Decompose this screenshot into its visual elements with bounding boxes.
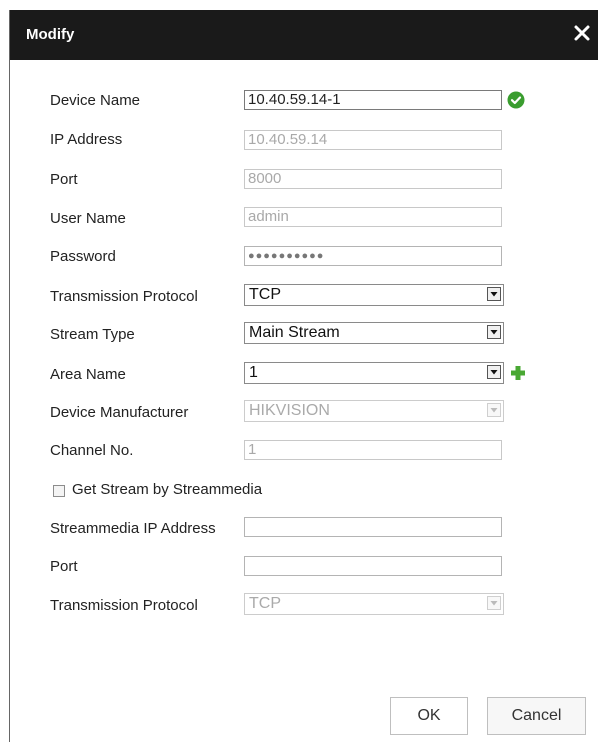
- streammedia-protocol-select[interactable]: TCP: [244, 593, 504, 615]
- streammedia-ip-input[interactable]: [244, 517, 502, 537]
- channel-no-label: Channel No.: [50, 442, 134, 459]
- streammedia-port-input[interactable]: [244, 556, 502, 576]
- check-circle-icon: [507, 91, 525, 114]
- stream-type-value: Main Stream: [249, 324, 340, 341]
- dropdown-arrow-icon[interactable]: [487, 365, 501, 379]
- device-name-label: Device Name: [50, 92, 141, 109]
- dialog-title: Modify: [26, 26, 75, 43]
- area-name-value: 1: [249, 364, 258, 381]
- dropdown-arrow-icon: [487, 403, 501, 417]
- device-manufacturer-label: Device Manufacturer: [50, 404, 189, 421]
- area-name-select[interactable]: 1: [244, 362, 504, 384]
- device-manufacturer-select[interactable]: HIKVISION: [244, 400, 504, 422]
- get-stream-checkbox[interactable]: [53, 485, 65, 497]
- streammedia-port-label: Port: [50, 558, 78, 575]
- stream-type-label: Stream Type: [50, 326, 135, 343]
- streammedia-protocol-label: Transmission Protocol: [50, 597, 198, 614]
- streammedia-protocol-value: TCP: [249, 595, 281, 612]
- channel-no-input[interactable]: 1: [244, 440, 502, 460]
- transmission-protocol-value: TCP: [249, 286, 281, 303]
- ip-address-input[interactable]: 10.40.59.14: [244, 130, 502, 150]
- ok-button[interactable]: OK: [390, 697, 468, 735]
- stream-type-select[interactable]: Main Stream: [244, 322, 504, 344]
- plus-icon[interactable]: [510, 365, 526, 386]
- password-label: Password: [50, 248, 116, 265]
- streammedia-ip-label: Streammedia IP Address: [50, 520, 216, 537]
- user-name-input[interactable]: admin: [244, 207, 502, 227]
- transmission-protocol-label: Transmission Protocol: [50, 288, 198, 305]
- device-manufacturer-value: HIKVISION: [249, 402, 330, 419]
- dropdown-arrow-icon: [487, 596, 501, 610]
- transmission-protocol-select[interactable]: TCP: [244, 284, 504, 306]
- area-name-label: Area Name: [50, 366, 126, 383]
- get-stream-label: Get Stream by Streammedia: [72, 481, 263, 498]
- password-input[interactable]: ●●●●●●●●●●: [244, 246, 502, 266]
- device-name-input[interactable]: 10.40.59.14-1: [244, 90, 502, 110]
- dialog-titlebar: Modify: [10, 10, 598, 60]
- dropdown-arrow-icon[interactable]: [487, 325, 501, 339]
- cancel-button[interactable]: Cancel: [487, 697, 586, 735]
- close-icon[interactable]: [570, 21, 594, 45]
- port-input[interactable]: 8000: [244, 169, 502, 189]
- user-name-label: User Name: [50, 210, 126, 227]
- modify-dialog: Modify Device Name 10.40.59.14-1 IP Addr…: [10, 10, 598, 742]
- dropdown-arrow-icon[interactable]: [487, 287, 501, 301]
- ip-address-label: IP Address: [50, 131, 123, 148]
- port-label: Port: [50, 171, 78, 188]
